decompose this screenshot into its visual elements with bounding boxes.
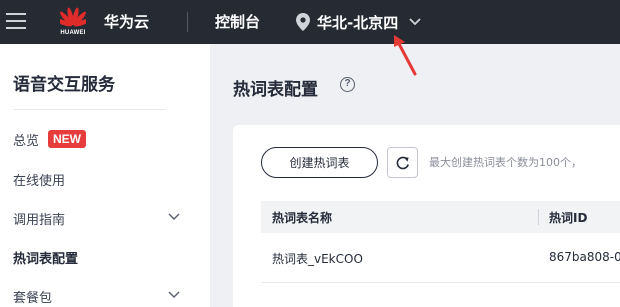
region-selector[interactable]: 华北-北京四 xyxy=(296,10,422,34)
refresh-icon xyxy=(396,156,409,170)
top-navigation-bar: HUAWEI 华为云 控制台 华北-北京四 xyxy=(0,0,620,44)
table-row: 热词表_vEkCOO 867ba808-0 xyxy=(261,233,620,283)
topbar-divider xyxy=(187,12,188,32)
sidebar-item-packages[interactable]: 套餐包 xyxy=(0,279,200,307)
column-divider[interactable] xyxy=(538,209,539,225)
logo-text: HUAWEI xyxy=(60,30,86,36)
huawei-flower-icon xyxy=(60,7,86,27)
sidebar-item-label: 套餐包 xyxy=(13,290,53,306)
sidebar-item-overview[interactable]: 总览 NEW xyxy=(0,122,200,156)
location-pin-icon xyxy=(296,13,310,31)
sidebar-item-label: 热词表配置 xyxy=(13,251,79,267)
brand-name[interactable]: 华为云 xyxy=(104,11,149,32)
chevron-down-icon xyxy=(168,213,180,220)
sidebar-item-label: 在线使用 xyxy=(13,173,66,189)
left-sidebar: 语音交互服务 总览 NEW 在线使用 调用指南 热词表配置 套餐包 xyxy=(0,44,210,307)
sidebar-divider xyxy=(13,109,165,110)
hint-text: 最大创建热词表个数为100个， xyxy=(429,156,582,169)
region-label: 华北-北京四 xyxy=(317,13,399,32)
refresh-button[interactable] xyxy=(387,147,418,178)
sidebar-item-api-guide[interactable]: 调用指南 xyxy=(0,201,200,235)
help-icon[interactable]: ? xyxy=(340,77,355,92)
chevron-down-icon xyxy=(168,291,180,298)
sidebar-item-label: 调用指南 xyxy=(13,212,66,228)
annotation-arrow-icon xyxy=(394,35,417,76)
chevron-down-icon xyxy=(409,18,421,26)
hotword-card: 创建热词表 最大创建热词表个数为100个， 热词表名称 热词ID 热词表_vEk… xyxy=(233,125,620,307)
service-title: 语音交互服务 xyxy=(13,75,115,95)
new-badge: NEW xyxy=(48,130,87,148)
column-header-id[interactable]: 热词ID xyxy=(549,209,587,226)
sidebar-item-hotword-config[interactable]: 热词表配置 xyxy=(0,240,200,274)
table-header: 热词表名称 热词ID xyxy=(261,201,620,233)
hotword-id-cell: 867ba808-0 xyxy=(549,250,620,264)
hotword-table-name-cell[interactable]: 热词表_vEkCOO xyxy=(272,250,363,267)
huawei-logo[interactable]: HUAWEI xyxy=(52,4,108,40)
console-link[interactable]: 控制台 xyxy=(215,11,260,32)
page-title: 热词表配置 xyxy=(233,80,318,100)
sidebar-item-label: 总览 xyxy=(13,133,40,149)
create-hotword-table-button[interactable]: 创建热词表 xyxy=(261,147,378,178)
hamburger-menu-icon[interactable] xyxy=(6,11,26,31)
sidebar-item-online-use[interactable]: 在线使用 xyxy=(0,162,200,196)
column-header-name[interactable]: 热词表名称 xyxy=(272,209,332,226)
